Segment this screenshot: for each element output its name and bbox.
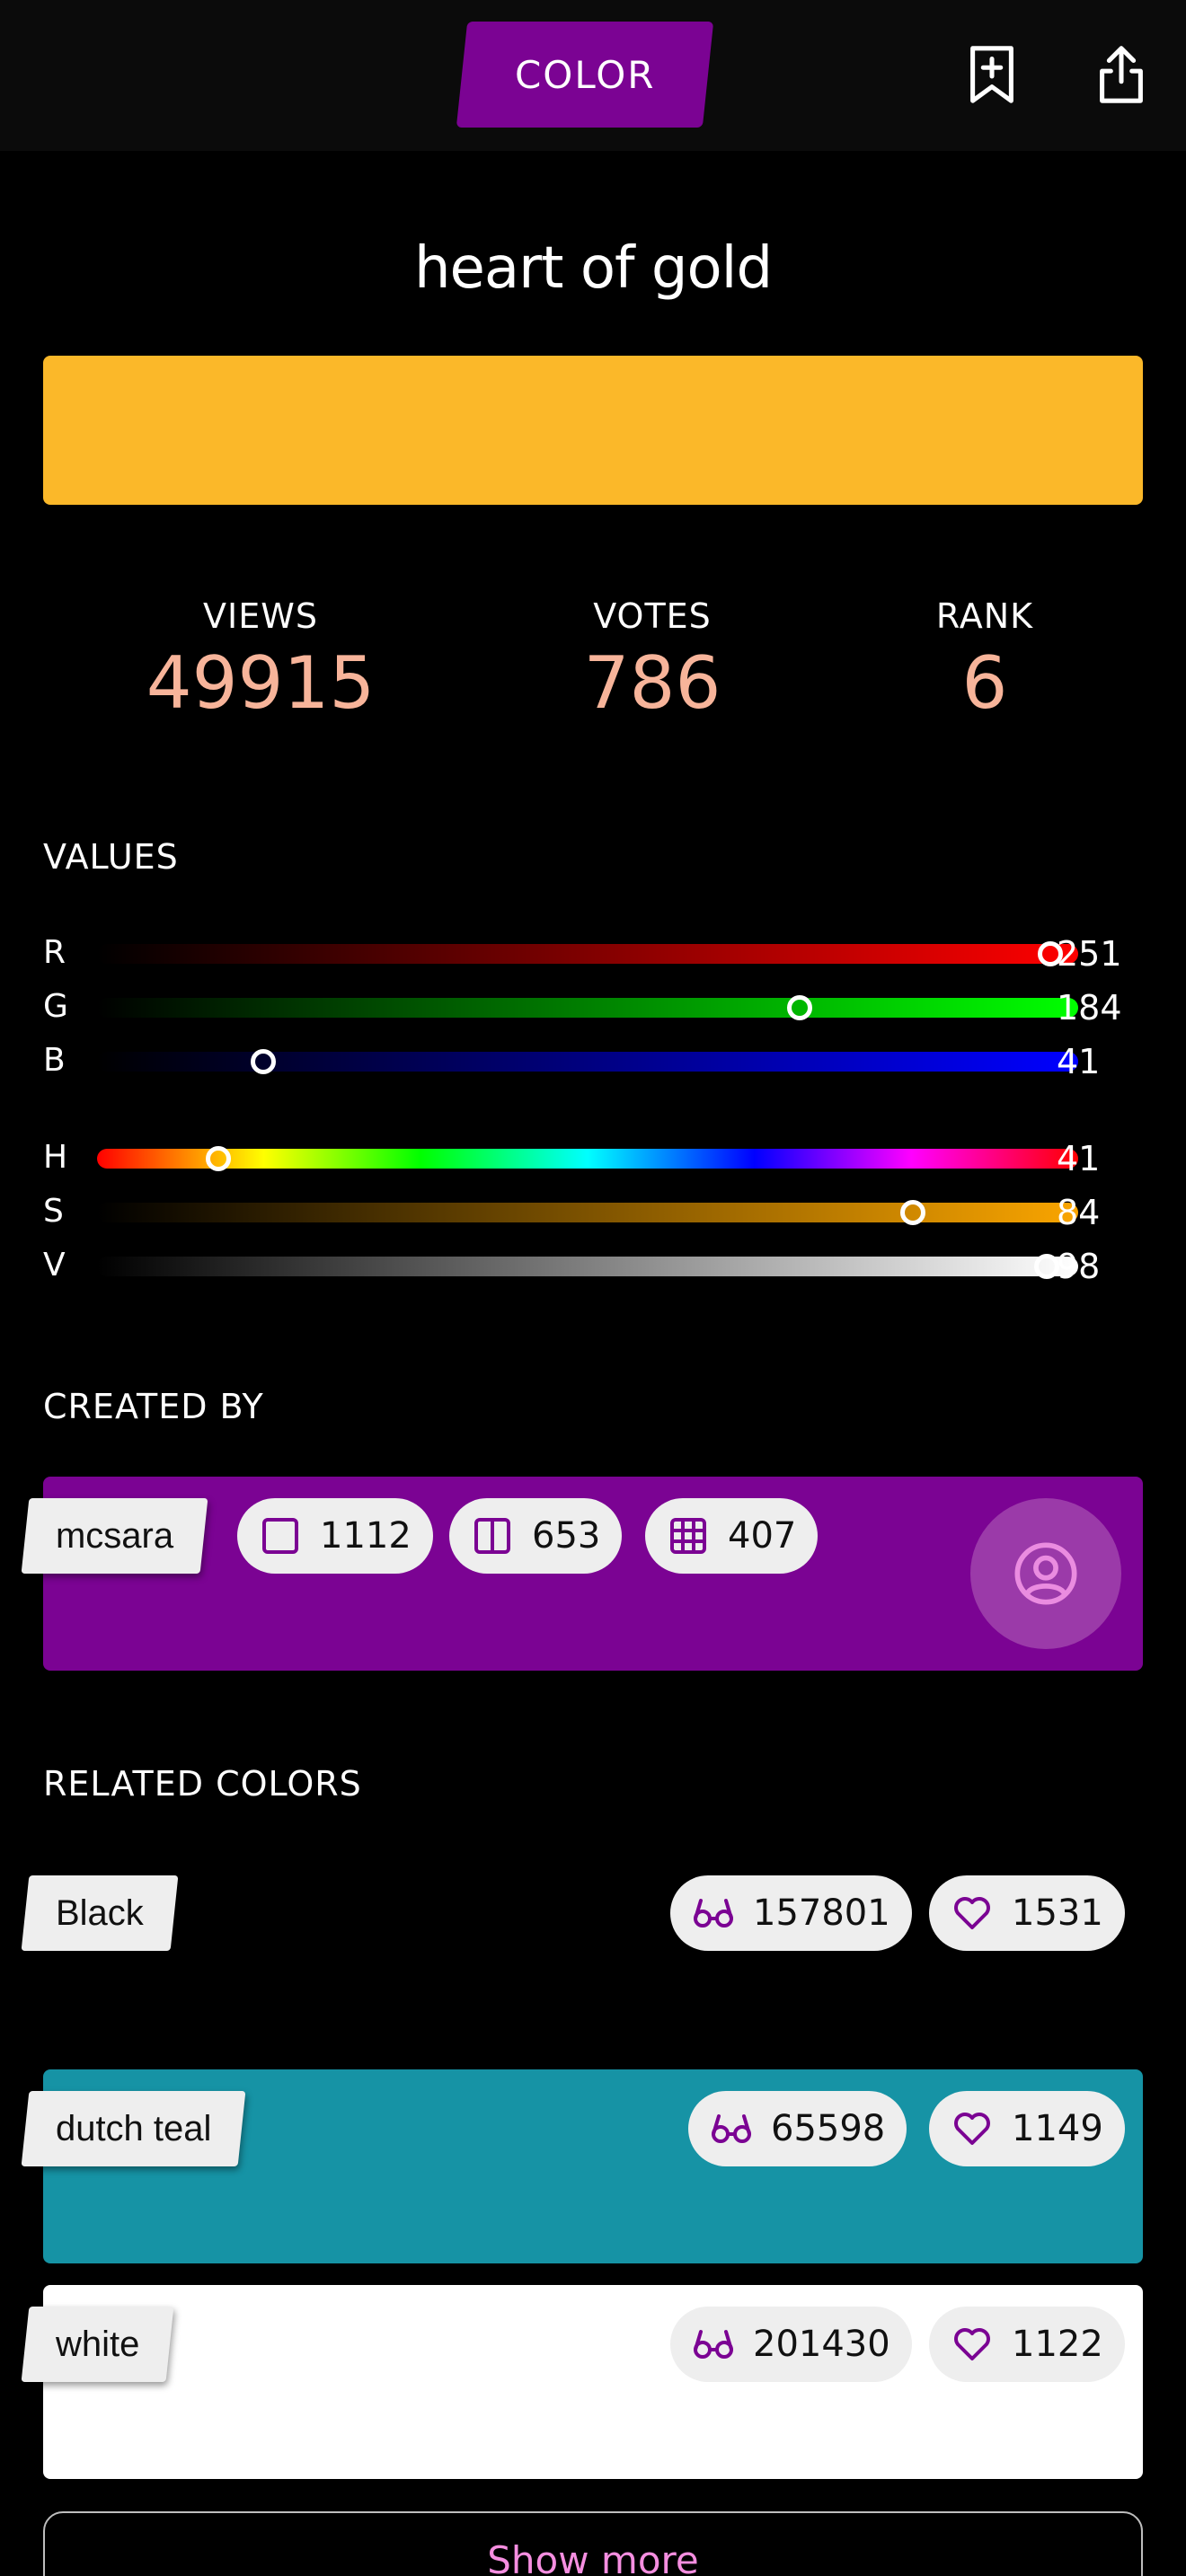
- related-hearts-pill[interactable]: 1149: [929, 2091, 1125, 2166]
- stat-rank: RANK 6: [898, 596, 1071, 725]
- glasses-icon: [710, 2107, 753, 2150]
- columns-icon: [471, 1514, 514, 1557]
- related-views-count: 65598: [771, 2108, 886, 2149]
- slider-s[interactable]: S 84: [43, 1189, 1143, 1234]
- slider-r-letter: R: [43, 934, 66, 971]
- values-title: VALUES: [43, 837, 179, 877]
- slider-s-track[interactable]: [97, 1203, 1078, 1222]
- share-icon[interactable]: [1091, 41, 1152, 108]
- show-more-button[interactable]: Show more: [43, 2511, 1143, 2576]
- slider-g-letter: G: [43, 988, 68, 1025]
- tab-color[interactable]: COLOR: [456, 22, 714, 128]
- slider-h[interactable]: H 41: [43, 1135, 1143, 1180]
- slider-v-value: 98: [1057, 1247, 1101, 1286]
- related-hearts-count: 1531: [1012, 1892, 1103, 1934]
- stat-votes-label: VOTES: [593, 596, 712, 636]
- slider-r-value: 251: [1057, 934, 1122, 974]
- related-hearts-pill[interactable]: 1122: [929, 2307, 1125, 2382]
- stat-views-label: VIEWS: [203, 596, 318, 636]
- slider-s-handle[interactable]: [899, 1200, 925, 1225]
- stat-votes: VOTES 786: [535, 596, 769, 725]
- slider-r[interactable]: R 251: [43, 931, 1143, 975]
- related-color-name-tag[interactable]: dutch teal: [21, 2091, 246, 2166]
- creator-patterns-pill[interactable]: 407: [645, 1498, 819, 1574]
- bookmark-add-icon[interactable]: [961, 41, 1022, 108]
- glasses-icon: [692, 1892, 735, 1935]
- heart-icon: [951, 2107, 994, 2150]
- color-swatch: [43, 356, 1143, 505]
- slider-b-letter: B: [43, 1042, 66, 1079]
- slider-h-letter: H: [43, 1139, 68, 1176]
- heart-icon: [951, 1892, 994, 1935]
- top-bar: COLOR: [0, 0, 1186, 151]
- stat-rank-value: 6: [961, 641, 1008, 725]
- user-circle-icon: [1014, 1542, 1077, 1605]
- slider-h-track[interactable]: [97, 1149, 1078, 1169]
- stat-views: VIEWS 49915: [144, 596, 377, 725]
- creator-palettes-pill[interactable]: 653: [449, 1498, 623, 1574]
- stat-votes-value: 786: [583, 641, 721, 725]
- glasses-icon: [692, 2323, 735, 2366]
- slider-v-handle[interactable]: [1033, 1254, 1059, 1279]
- creator-colors-pill[interactable]: 1112: [237, 1498, 433, 1574]
- tab-color-label: COLOR: [514, 52, 656, 97]
- related-color-name: white: [56, 2324, 140, 2364]
- related-views-count: 201430: [753, 2324, 890, 2365]
- slider-v[interactable]: V 98: [43, 1243, 1143, 1288]
- created-by-title: CREATED BY: [43, 1387, 264, 1426]
- slider-h-value: 41: [1057, 1139, 1101, 1178]
- related-views-pill[interactable]: 157801: [670, 1875, 912, 1951]
- stat-rank-label: RANK: [935, 596, 1034, 636]
- related-hearts-count: 1149: [1012, 2108, 1103, 2149]
- related-color-name-tag[interactable]: white: [21, 2307, 174, 2382]
- creator-username: mcsara: [56, 1515, 174, 1556]
- creator-username-tag[interactable]: mcsara: [21, 1498, 208, 1574]
- related-color-name: dutch teal: [56, 2108, 212, 2148]
- related-hearts-pill[interactable]: 1531: [929, 1875, 1125, 1951]
- slider-g-handle[interactable]: [787, 995, 813, 1020]
- related-hearts-count: 1122: [1012, 2324, 1103, 2365]
- related-colors-title: RELATED COLORS: [43, 1764, 362, 1804]
- slider-s-value: 84: [1057, 1193, 1101, 1232]
- creator-colors-count: 1112: [320, 1515, 412, 1557]
- slider-b-value: 41: [1057, 1042, 1101, 1081]
- related-color-name-tag[interactable]: Black: [21, 1875, 179, 1951]
- slider-v-track[interactable]: [97, 1257, 1078, 1276]
- creator-patterns-count: 407: [728, 1515, 797, 1557]
- slider-g[interactable]: G 184: [43, 984, 1143, 1029]
- avatar[interactable]: [970, 1498, 1121, 1649]
- slider-r-track[interactable]: [97, 944, 1078, 964]
- related-views-pill[interactable]: 201430: [670, 2307, 912, 2382]
- stat-views-value: 49915: [146, 641, 376, 725]
- related-views-pill[interactable]: 65598: [688, 2091, 907, 2166]
- related-color-name: Black: [56, 1892, 144, 1933]
- slider-b-track[interactable]: [97, 1052, 1078, 1072]
- square-icon: [259, 1514, 302, 1557]
- slider-s-letter: S: [43, 1193, 64, 1230]
- slider-g-value: 184: [1057, 988, 1122, 1028]
- related-views-count: 157801: [753, 1892, 890, 1934]
- slider-b[interactable]: B 41: [43, 1038, 1143, 1083]
- slider-v-letter: V: [43, 1247, 66, 1284]
- heart-icon: [951, 2323, 994, 2366]
- creator-palettes-count: 653: [532, 1515, 601, 1557]
- slider-g-track[interactable]: [97, 998, 1078, 1018]
- grid-icon: [667, 1514, 710, 1557]
- color-name: heart of gold: [413, 235, 773, 302]
